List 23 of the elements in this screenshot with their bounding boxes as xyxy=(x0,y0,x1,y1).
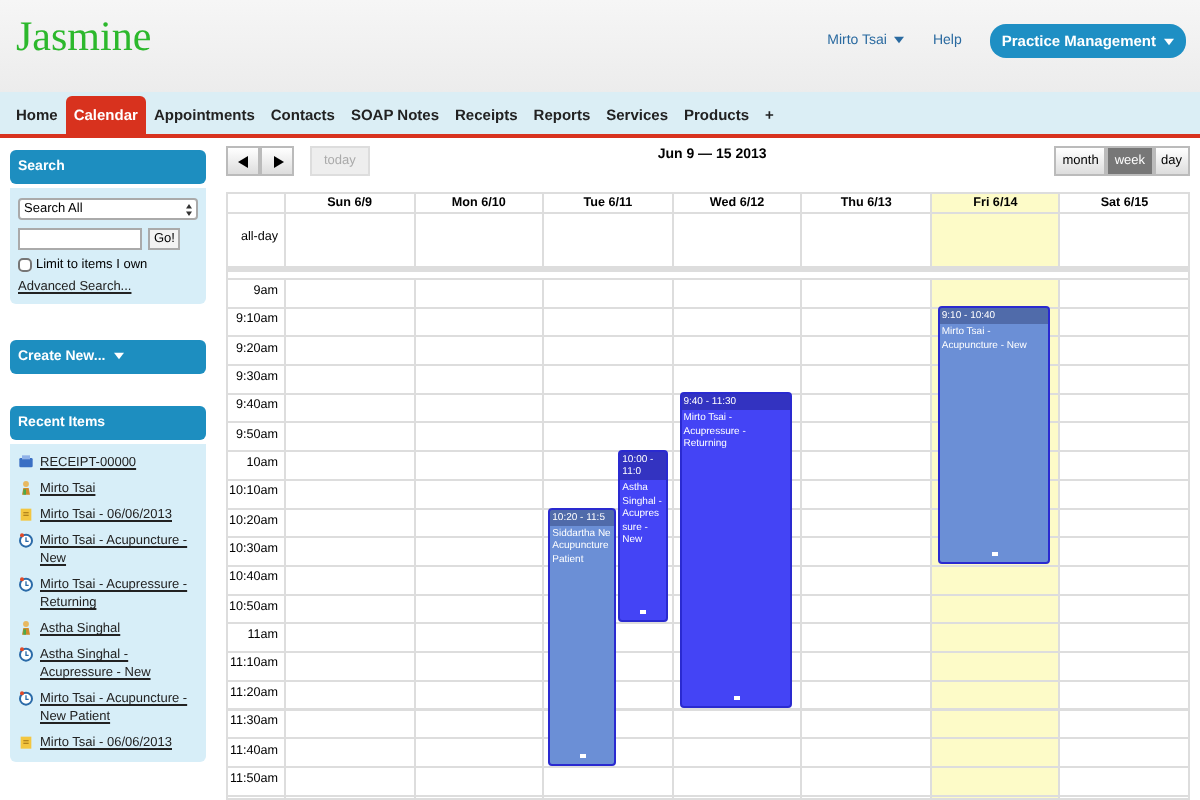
receipt-icon xyxy=(18,454,34,470)
resize-handle[interactable] xyxy=(580,753,587,758)
resize-handle[interactable] xyxy=(734,696,741,701)
caret-icon xyxy=(1164,38,1174,47)
left-triangle-icon xyxy=(237,155,249,167)
caret-icon xyxy=(113,352,124,361)
caret-icon xyxy=(894,36,905,45)
resize-handle[interactable] xyxy=(992,552,999,557)
next-button[interactable] xyxy=(260,146,294,176)
notepad-icon xyxy=(18,734,34,750)
person-icon xyxy=(18,480,34,496)
limit-checkbox[interactable] xyxy=(18,258,32,272)
clock-icon xyxy=(18,532,34,548)
person-icon xyxy=(18,620,34,636)
right-triangle-icon xyxy=(271,155,283,167)
search-field[interactable] xyxy=(18,228,142,250)
previous-button[interactable] xyxy=(226,146,260,176)
clock-icon xyxy=(18,690,34,706)
clock-icon xyxy=(18,576,34,592)
updown-arrows-icon xyxy=(186,203,192,215)
resize-handle[interactable] xyxy=(640,610,647,615)
clock-icon xyxy=(18,646,34,662)
notepad-icon xyxy=(18,506,34,522)
